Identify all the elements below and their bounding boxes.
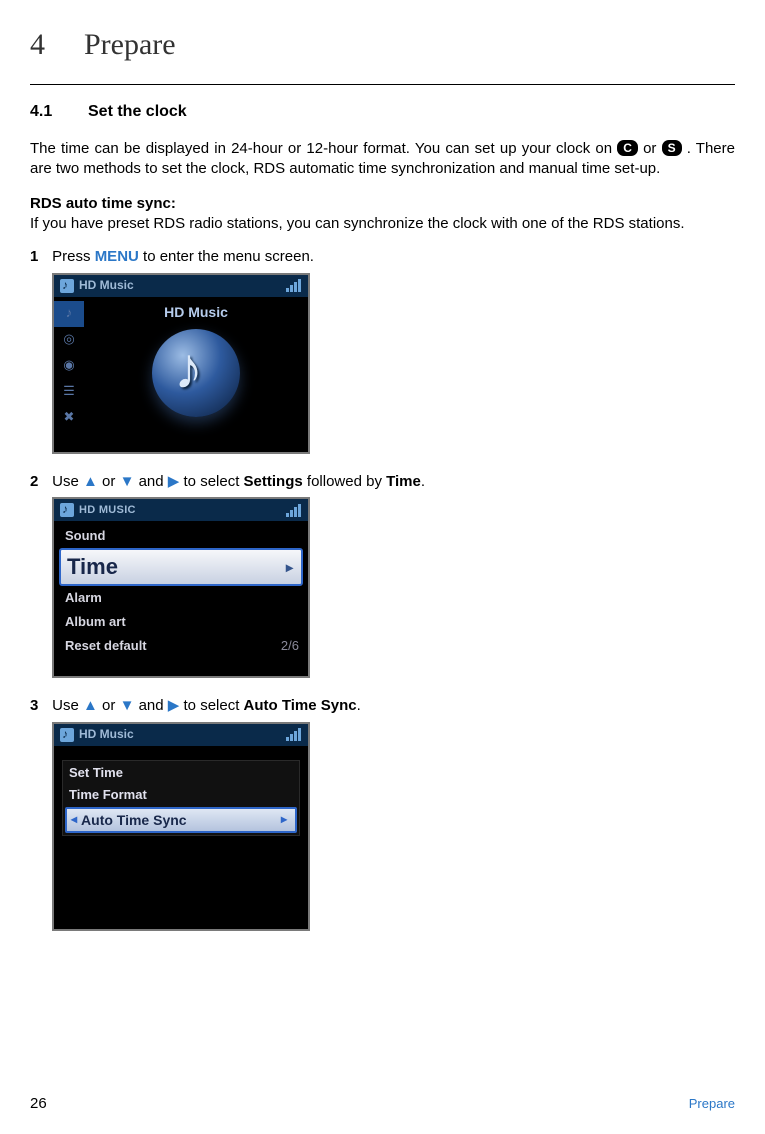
section-number: 4.1	[30, 103, 88, 121]
arrow-right-icon: ▶	[168, 472, 180, 492]
list-count: 2/6	[281, 638, 299, 655]
arrow-up-icon: ▲	[83, 472, 98, 492]
topbar: HD Music	[54, 724, 308, 746]
manual-page: 4Prepare 4.1Set the clock The time can b…	[0, 0, 765, 1134]
intro-text-1: The time can be displayed in 24-hour or …	[30, 140, 617, 157]
rds-body: If you have preset RDS radio stations, y…	[30, 214, 735, 234]
section-heading: 4.1Set the clock	[30, 103, 735, 121]
chapter-name: Prepare	[84, 28, 176, 61]
list-item: Set Time	[65, 763, 297, 785]
s-key-badge: S	[662, 140, 682, 156]
screenshot-3: HD Music Set Time Time Format ◂Auto Time…	[52, 722, 310, 931]
topbar-title: HD MUSIC	[79, 503, 136, 517]
chapter-number: 4	[30, 28, 84, 62]
arrow-down-icon: ▼	[120, 696, 135, 716]
step-number: 3	[30, 696, 48, 716]
side-nav: ♪ ◎ ◉ ☰ ✖	[54, 297, 84, 452]
list-item: Alarm	[59, 586, 303, 610]
topbar: HD MUSIC	[54, 499, 308, 521]
time-list: Set Time Time Format ◂Auto Time Sync ▸	[54, 746, 308, 929]
divider	[30, 84, 735, 85]
footer-label: Prepare	[689, 1096, 735, 1111]
chapter-title: 4Prepare	[30, 28, 735, 62]
arrow-down-icon: ▼	[120, 472, 135, 492]
list-item: Reset default2/6	[59, 634, 303, 658]
section-title: Set the clock	[88, 103, 187, 120]
arrow-right-icon: ▶	[168, 696, 180, 716]
nav-item-2: ◎	[54, 327, 84, 353]
arrow-up-icon: ▲	[83, 696, 98, 716]
main-title: HD Music	[84, 303, 308, 321]
topbar-title: HD Music	[79, 278, 134, 294]
nav-item-5: ✖	[54, 405, 84, 431]
signal-icon	[286, 728, 302, 741]
list-item: Sound	[59, 524, 303, 548]
step-number: 2	[30, 472, 48, 492]
step-number: 1	[30, 247, 48, 267]
menu-key-label: MENU	[95, 248, 139, 265]
step-2: 2 Use ▲ or ▼ and ▶ to select Settings fo…	[30, 472, 735, 679]
main-pane: HD Music	[84, 297, 308, 452]
list-item: Time Format	[65, 785, 297, 807]
nav-item-4: ☰	[54, 379, 84, 405]
step-1: 1 Press MENU to enter the menu screen. H…	[30, 247, 735, 454]
music-note-icon	[60, 503, 74, 517]
chevron-right-icon: ▸	[286, 558, 293, 576]
settings-list: Sound Time ▸ Alarm Album art Reset defau…	[54, 521, 308, 676]
step-text: Press MENU to enter the menu screen.	[52, 248, 314, 265]
nav-item-3: ◉	[54, 353, 84, 379]
step-text: Use ▲ or ▼ and ▶ to select Settings foll…	[52, 473, 425, 490]
rds-heading: RDS auto time sync:	[30, 195, 735, 212]
chevron-left-icon: ◂	[71, 812, 77, 828]
page-number: 26	[30, 1095, 47, 1112]
step-text: Use ▲ or ▼ and ▶ to select Auto Time Syn…	[52, 697, 361, 714]
screenshot-2: HD MUSIC Sound Time ▸ Alarm Album art Re…	[52, 497, 310, 678]
signal-icon	[286, 504, 302, 517]
step-3: 3 Use ▲ or ▼ and ▶ to select Auto Time S…	[30, 696, 735, 931]
topbar-title: HD Music	[79, 727, 134, 743]
page-footer: 26 Prepare	[30, 1095, 735, 1112]
signal-icon	[286, 279, 302, 292]
list-item-selected: ◂Auto Time Sync ▸	[65, 807, 297, 833]
music-large-icon	[152, 329, 240, 417]
nav-item-music: ♪	[54, 301, 84, 327]
list-item: Album art	[59, 610, 303, 634]
steps-list: 1 Press MENU to enter the menu screen. H…	[30, 247, 735, 931]
c-key-badge: C	[617, 140, 638, 156]
screenshot-1: HD Music ♪ ◎ ◉ ☰ ✖ HD Music	[52, 273, 310, 454]
chevron-right-icon: ▸	[281, 812, 287, 828]
topbar: HD Music	[54, 275, 308, 297]
list-item-selected: Time ▸	[59, 548, 303, 586]
intro-paragraph: The time can be displayed in 24-hour or …	[30, 139, 735, 179]
music-note-icon	[60, 728, 74, 742]
music-note-icon	[60, 279, 74, 293]
intro-text-2: or	[643, 140, 662, 157]
